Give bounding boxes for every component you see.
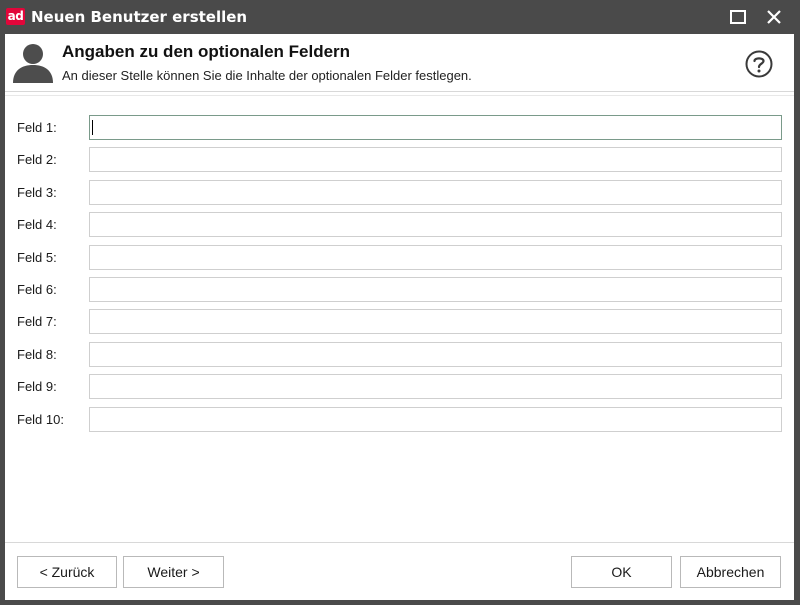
field-row-6: Feld 6: <box>5 277 794 303</box>
field-label-10: Feld 10: <box>17 412 64 427</box>
field-label-4: Feld 4: <box>17 217 57 232</box>
ok-button[interactable]: OK <box>571 556 672 588</box>
window-title: Neuen Benutzer erstellen <box>31 8 248 26</box>
app-logo: ad <box>6 8 25 25</box>
field-row-5: Feld 5: <box>5 245 794 271</box>
field-row-2: Feld 2: <box>5 147 794 173</box>
field-input-6[interactable] <box>89 277 782 302</box>
user-icon <box>13 44 53 83</box>
field-input-3[interactable] <box>89 180 782 205</box>
cancel-button[interactable]: Abbrechen <box>680 556 781 588</box>
field-label-3: Feld 3: <box>17 185 57 200</box>
field-input-4[interactable] <box>89 212 782 237</box>
maximize-button[interactable] <box>718 0 758 34</box>
field-input-10[interactable] <box>89 407 782 432</box>
optional-fields-form: Feld 1: Feld 2: Feld 3: Feld 4: Feld 5: <box>5 95 794 540</box>
field-row-9: Feld 9: <box>5 374 794 400</box>
maximize-icon <box>730 10 746 24</box>
button-bar: < Zurück Weiter > OK Abbrechen <box>5 542 794 601</box>
field-label-8: Feld 8: <box>17 347 57 362</box>
field-row-8: Feld 8: <box>5 342 794 368</box>
help-icon[interactable] <box>745 50 773 78</box>
field-row-4: Feld 4: <box>5 212 794 238</box>
page-title: Angaben zu den optionalen Feldern <box>62 42 351 61</box>
dialog-window: ad Neuen Benutzer erstellen Angaben zu d… <box>0 0 800 605</box>
field-input-8[interactable] <box>89 342 782 367</box>
close-button[interactable] <box>754 0 794 34</box>
close-icon <box>767 10 781 24</box>
field-row-3: Feld 3: <box>5 180 794 206</box>
field-input-5[interactable] <box>89 245 782 270</box>
field-label-1: Feld 1: <box>17 120 57 135</box>
field-label-5: Feld 5: <box>17 250 57 265</box>
field-input-7[interactable] <box>89 309 782 334</box>
text-caret <box>92 120 93 135</box>
field-label-7: Feld 7: <box>17 314 57 329</box>
field-row-10: Feld 10: <box>5 407 794 433</box>
field-row-7: Feld 7: <box>5 309 794 335</box>
dialog-body: Angaben zu den optionalen Feldern An die… <box>5 34 794 601</box>
next-button[interactable]: Weiter > <box>123 556 224 588</box>
field-input-1[interactable] <box>89 115 782 140</box>
page-header: Angaben zu den optionalen Feldern An die… <box>5 34 794 92</box>
title-bar[interactable]: ad Neuen Benutzer erstellen <box>0 0 800 34</box>
field-label-9: Feld 9: <box>17 379 57 394</box>
field-input-2[interactable] <box>89 147 782 172</box>
field-label-2: Feld 2: <box>17 152 57 167</box>
window-bottom-border <box>0 600 800 605</box>
page-subtitle: An dieser Stelle können Sie die Inhalte … <box>62 68 472 83</box>
back-button[interactable]: < Zurück <box>17 556 117 588</box>
field-input-9[interactable] <box>89 374 782 399</box>
field-row-1: Feld 1: <box>5 115 794 141</box>
field-label-6: Feld 6: <box>17 282 57 297</box>
